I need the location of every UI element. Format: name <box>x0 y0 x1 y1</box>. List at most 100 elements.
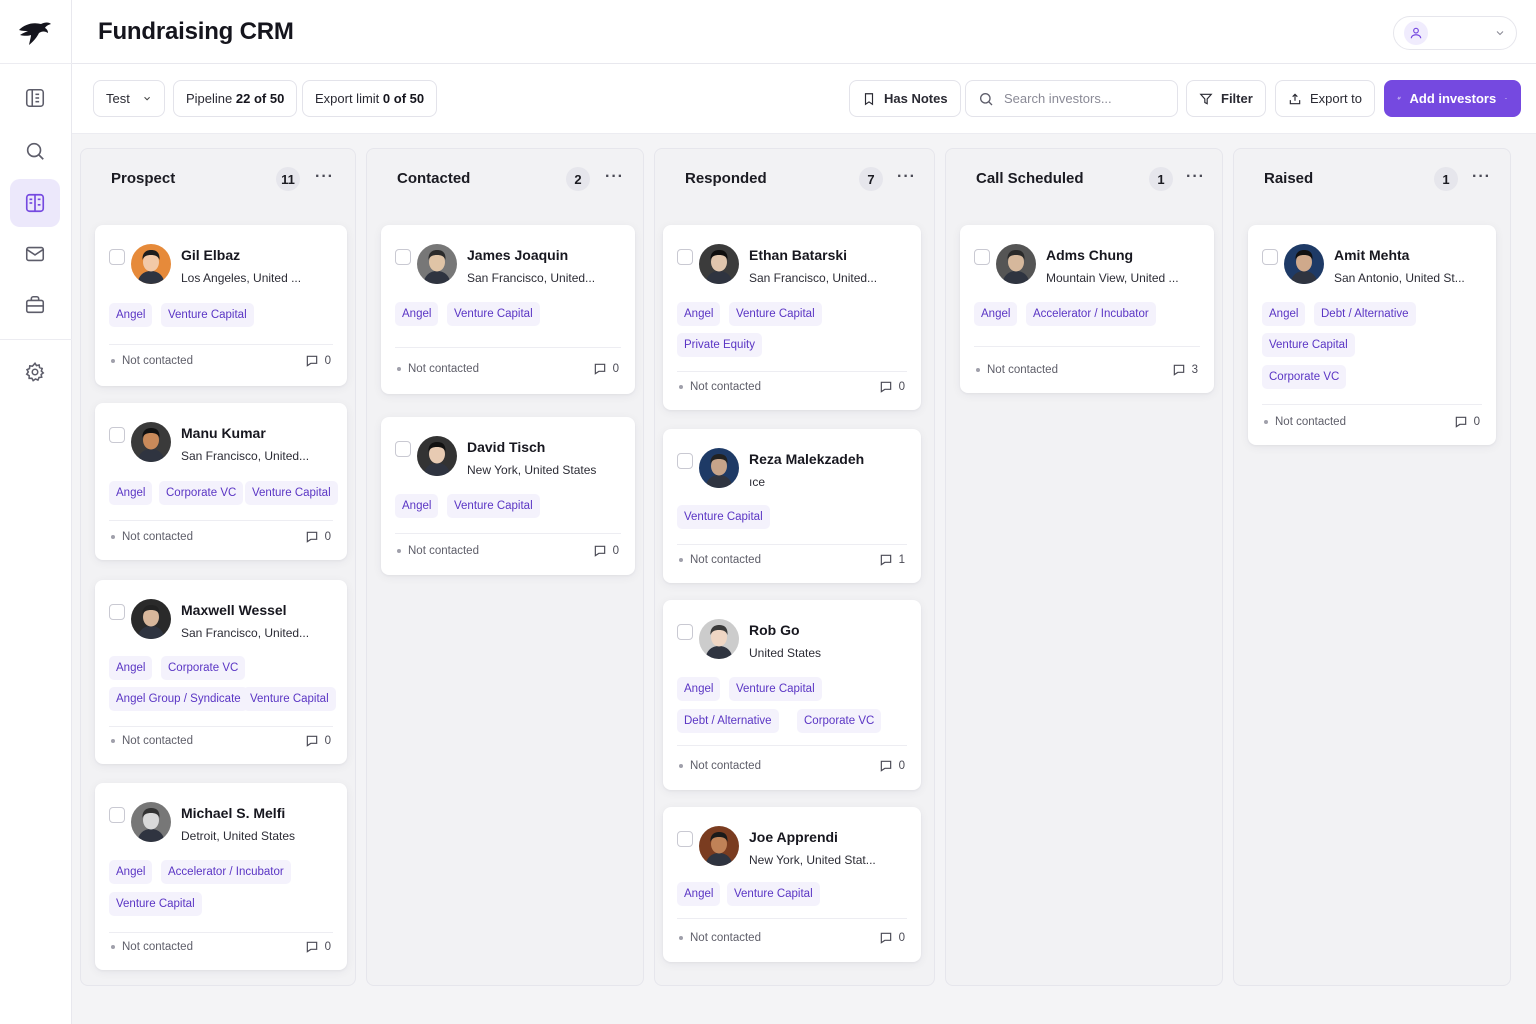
investor-type-tag: Angel <box>395 302 439 326</box>
investor-location: New York, United States <box>467 463 597 477</box>
mail-icon <box>25 246 45 262</box>
investor-name[interactable]: Gil Elbaz <box>181 247 240 263</box>
notes-count[interactable]: 0 <box>879 380 905 394</box>
notes-count[interactable]: 0 <box>305 354 331 368</box>
notes-count[interactable]: 1 <box>879 553 905 567</box>
filter-button[interactable]: Filter <box>1186 80 1266 117</box>
select-checkbox[interactable] <box>109 604 125 620</box>
investor-type-tag: Venture Capital <box>243 687 336 711</box>
investor-name[interactable]: Ethan Batarski <box>749 247 847 263</box>
more-options-icon[interactable]: ··· <box>1472 169 1491 185</box>
avatar <box>417 244 457 284</box>
investor-name[interactable]: David Tisch <box>467 439 545 455</box>
investor-type-tag: Angel <box>109 656 153 680</box>
select-checkbox[interactable] <box>677 453 693 469</box>
column-header: Contacted 2 ··· <box>367 149 643 209</box>
notes-count[interactable]: 0 <box>305 940 331 954</box>
notes-count[interactable]: 3 <box>1172 363 1198 377</box>
select-checkbox[interactable] <box>109 249 125 265</box>
select-checkbox[interactable] <box>395 441 411 457</box>
has-notes-button[interactable]: Has Notes <box>849 80 961 117</box>
comment-icon <box>306 735 317 747</box>
select-checkbox[interactable] <box>974 249 990 265</box>
notes-count[interactable]: 0 <box>879 759 905 773</box>
investor-card[interactable]: Michael S. Melfi Detroit, United States An… <box>95 783 347 970</box>
select-checkbox[interactable] <box>677 624 693 640</box>
investor-card[interactable]: Reza Malekzadeh ıce Venture Capital Not con… <box>663 429 921 583</box>
select-checkbox[interactable] <box>109 427 125 443</box>
contact-status: Not contacted <box>111 355 193 367</box>
notes-count[interactable]: 0 <box>1454 415 1480 429</box>
notes-count-value: 0 <box>324 941 331 953</box>
select-checkbox[interactable] <box>1262 249 1278 265</box>
has-notes-label: Has Notes <box>884 91 948 106</box>
investor-name[interactable]: Amit Mehta <box>1334 247 1409 263</box>
sidebar-item-mail[interactable] <box>10 230 60 278</box>
notes-count[interactable]: 0 <box>879 931 905 945</box>
investor-card[interactable]: Manu Kumar San Francisco, United... Angel C… <box>95 403 347 560</box>
user-menu[interactable] <box>1393 16 1517 50</box>
investor-name[interactable]: Joe Apprendi <box>749 829 838 845</box>
sidebar <box>0 0 72 1024</box>
add-investors-label: Add investors <box>1409 91 1497 106</box>
more-options-icon[interactable]: ··· <box>1186 169 1205 185</box>
search-input[interactable]: Search investors... <box>965 80 1178 117</box>
comment-icon <box>880 760 891 772</box>
sparkle-icon <box>1397 96 1401 100</box>
investor-name[interactable]: Adms Chung <box>1046 247 1133 263</box>
sidebar-item-portfolio[interactable] <box>10 281 60 329</box>
investor-card[interactable]: Amit Mehta San Antonio, United St... Angel… <box>1248 225 1496 445</box>
investor-card[interactable]: David Tisch New York, United States Angel V… <box>381 417 635 575</box>
column-count-badge: 7 <box>859 167 883 191</box>
eagle-logo-icon[interactable] <box>17 18 53 48</box>
investor-name[interactable]: Manu Kumar <box>181 425 266 441</box>
investor-card[interactable]: Joe Apprendi New York, United Stat... Ange… <box>663 807 921 962</box>
avatar <box>131 802 171 842</box>
investor-type-tag: Venture Capital <box>245 481 338 505</box>
more-options-icon[interactable]: ··· <box>315 169 334 185</box>
comment-icon <box>306 531 317 543</box>
investor-name[interactable]: Reza Malekzadeh <box>749 451 864 467</box>
investor-card[interactable]: James Joaquin San Francisco, United... Ang… <box>381 225 635 394</box>
column-header: Call Scheduled 1 ··· <box>946 149 1222 209</box>
more-options-icon[interactable]: ··· <box>897 169 916 185</box>
more-options-icon[interactable]: ··· <box>605 169 624 185</box>
column-header: Responded 7 ··· <box>655 149 934 209</box>
notes-count[interactable]: 0 <box>305 734 331 748</box>
avatar <box>699 619 739 659</box>
sidebar-item-panels[interactable] <box>10 74 60 122</box>
investor-name[interactable]: Rob Go <box>749 622 800 638</box>
investor-type-tag: Venture Capital <box>447 302 540 326</box>
chevron-down-icon <box>1496 31 1504 36</box>
notes-count[interactable]: 0 <box>305 530 331 544</box>
contact-status: Not contacted <box>111 735 193 747</box>
investor-name[interactable]: James Joaquin <box>467 247 568 263</box>
card-divider <box>109 726 333 727</box>
card-divider <box>677 371 907 372</box>
sidebar-item-search[interactable] <box>10 127 60 175</box>
investor-name[interactable]: Maxwell Wessel <box>181 602 287 618</box>
investor-type-tag: Corporate VC <box>161 656 246 680</box>
investor-card[interactable]: Ethan Batarski San Francisco, United... An… <box>663 225 921 410</box>
investor-card[interactable]: Maxwell Wessel San Francisco, United... An… <box>95 580 347 764</box>
notes-count[interactable]: 0 <box>593 362 619 376</box>
column-title: Responded <box>685 170 767 187</box>
list-select[interactable]: Test <box>93 80 165 117</box>
investor-name[interactable]: Michael S. Melfi <box>181 805 285 821</box>
investor-card[interactable]: Rob Go United States Angel Venture Capital D… <box>663 600 921 790</box>
investor-location: Mountain View, United ... <box>1046 271 1179 285</box>
investor-type-tag: Angel <box>677 302 721 326</box>
investor-location: United States <box>749 646 822 660</box>
notes-count[interactable]: 0 <box>593 544 619 558</box>
export-button[interactable]: Export to <box>1275 80 1376 117</box>
select-checkbox[interactable] <box>395 249 411 265</box>
select-checkbox[interactable] <box>677 831 693 847</box>
investor-card[interactable]: Gil Elbaz Los Angeles, United ... Angel Ven… <box>95 225 347 386</box>
select-checkbox[interactable] <box>109 807 125 823</box>
sidebar-item-pipeline[interactable] <box>10 179 60 227</box>
card-divider <box>109 344 333 345</box>
add-investors-button[interactable]: Add investors <box>1384 80 1521 117</box>
investor-card[interactable]: Adms Chung Mountain View, United ... Angel… <box>960 225 1214 393</box>
select-checkbox[interactable] <box>677 249 693 265</box>
sidebar-item-settings[interactable] <box>10 348 60 396</box>
